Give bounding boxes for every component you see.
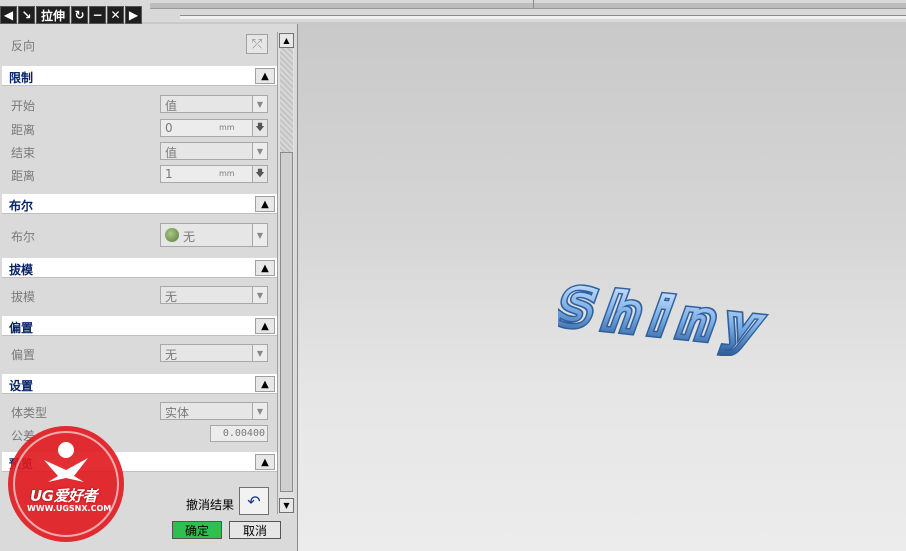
chevron-down-icon[interactable]: ▼	[252, 287, 267, 303]
reverse-row: 反向 ⤱	[2, 32, 280, 58]
chevron-down-icon[interactable]: ▼	[252, 96, 267, 112]
settings-section-header[interactable]: 设置 ▲	[2, 374, 280, 394]
end-label: 结束	[11, 146, 36, 160]
logo-url: WWW.UGSNX.COM	[27, 504, 112, 513]
end-row: 结束 值 ▼	[2, 141, 280, 161]
minimize-icon[interactable]: −	[89, 6, 107, 24]
logo-brand: UG爱好者	[30, 487, 98, 505]
limit-section-title: 限制	[9, 71, 34, 85]
chevron-down-icon[interactable]: ▼	[252, 224, 267, 246]
select-pointer-icon[interactable]: ↘	[18, 6, 35, 24]
dialog-scrollbar[interactable]: ▲ ▼	[277, 32, 294, 514]
ok-button[interactable]: 确定	[172, 521, 222, 539]
toolbar-strip-lower	[180, 15, 906, 19]
scroll-track	[280, 48, 293, 152]
draft-section-title: 拔模	[9, 263, 34, 277]
start-distance-unit: mm	[219, 123, 235, 132]
offset-select-value: 无	[165, 348, 178, 362]
offset-section-header[interactable]: 偏置 ▲	[2, 316, 280, 336]
cancel-button[interactable]: 取消	[229, 521, 281, 539]
forward-arrow-icon[interactable]: ▶	[125, 6, 143, 24]
start-distance-value: 0	[165, 121, 173, 135]
undo-result-button[interactable]: ↶	[239, 487, 269, 515]
undo-result-label: 撤消结果	[186, 498, 235, 512]
dialog-title: 拉伸	[36, 6, 71, 24]
body-type-row: 体类型 实体 ▼	[2, 401, 280, 421]
toolbar-divider	[533, 0, 534, 8]
start-distance-input[interactable]: 0 mm 🡇	[160, 119, 268, 137]
start-distance-label: 距离	[11, 123, 36, 137]
boolean-select[interactable]: 无 ▼	[160, 223, 268, 247]
logo-emblem	[8, 426, 124, 542]
boolean-select-value: 无	[183, 230, 196, 244]
toolbar-strip	[150, 3, 906, 9]
undo-icon: ↶	[247, 491, 261, 511]
end-distance-value: 1	[165, 167, 173, 181]
body-type-select[interactable]: 实体 ▼	[160, 402, 268, 420]
start-select[interactable]: 值 ▼	[160, 95, 268, 113]
boolean-row: 布尔 无 ▼	[2, 221, 280, 249]
arrow-down-icon[interactable]: 🡇	[252, 166, 267, 182]
arrow-down-icon[interactable]: 🡇	[252, 120, 267, 136]
offset-row: 偏置 无 ▼	[2, 343, 280, 363]
collapse-icon[interactable]: ▲	[255, 68, 275, 84]
reverse-direction-icon: ⤱	[251, 36, 263, 52]
boolean-none-icon	[165, 228, 179, 242]
start-select-value: 值	[165, 99, 178, 113]
offset-select[interactable]: 无 ▼	[160, 344, 268, 362]
chevron-down-icon[interactable]: ▼	[252, 345, 267, 361]
reset-icon[interactable]: ↻	[71, 6, 89, 24]
close-icon[interactable]: ✕	[107, 6, 125, 24]
offset-label: 偏置	[11, 348, 36, 362]
body-type-value: 实体	[165, 406, 190, 420]
reverse-direction-button[interactable]: ⤱	[246, 34, 268, 54]
end-select-value: 值	[165, 146, 178, 160]
tolerance-input[interactable]: 0.00400	[210, 425, 268, 442]
ug-watermark-logo: UG爱好者 WWW.UGSNX.COM	[4, 420, 132, 548]
collapse-icon[interactable]: ▲	[255, 454, 275, 470]
end-distance-row: 距离 1 mm 🡇	[2, 164, 280, 184]
end-distance-unit: mm	[219, 169, 235, 178]
boolean-section-header[interactable]: 布尔 ▲	[2, 194, 280, 214]
draft-section-header[interactable]: 拔模 ▲	[2, 258, 280, 278]
boolean-label: 布尔	[11, 230, 36, 244]
collapse-icon[interactable]: ▲	[255, 260, 275, 276]
start-label: 开始	[11, 99, 36, 113]
draft-label: 拔模	[11, 290, 36, 304]
body-type-label: 体类型	[11, 406, 48, 420]
chevron-down-icon[interactable]: ▼	[252, 403, 267, 419]
scroll-up-icon[interactable]: ▲	[279, 33, 294, 48]
dialog-titlebar: ◀ ↘ 拉伸 ↻ − ✕ ▶	[0, 6, 150, 24]
offset-section-title: 偏置	[9, 321, 34, 335]
limit-section-header[interactable]: 限制 ▲	[2, 66, 280, 86]
draft-row: 拔模 无 ▼	[2, 285, 280, 305]
model-text-face: Shiny	[558, 278, 780, 356]
extruded-text-model[interactable]: Shiny Shiny	[558, 266, 838, 356]
reverse-label: 反向	[11, 39, 36, 53]
scroll-down-icon[interactable]: ▼	[279, 498, 294, 513]
scroll-thumb[interactable]	[280, 152, 293, 492]
back-arrow-icon[interactable]: ◀	[0, 6, 17, 24]
chevron-down-icon[interactable]: ▼	[252, 143, 267, 159]
draft-select-value: 无	[165, 290, 178, 304]
collapse-icon[interactable]: ▲	[255, 318, 275, 334]
boolean-section-title: 布尔	[9, 199, 34, 213]
end-distance-input[interactable]: 1 mm 🡇	[160, 165, 268, 183]
end-distance-label: 距离	[11, 169, 36, 183]
start-distance-row: 距离 0 mm 🡇	[2, 118, 280, 138]
collapse-icon[interactable]: ▲	[255, 196, 275, 212]
draft-select[interactable]: 无 ▼	[160, 286, 268, 304]
settings-section-title: 设置	[9, 379, 34, 393]
end-select[interactable]: 值 ▼	[160, 142, 268, 160]
collapse-icon[interactable]: ▲	[255, 376, 275, 392]
start-row: 开始 值 ▼	[2, 94, 280, 114]
